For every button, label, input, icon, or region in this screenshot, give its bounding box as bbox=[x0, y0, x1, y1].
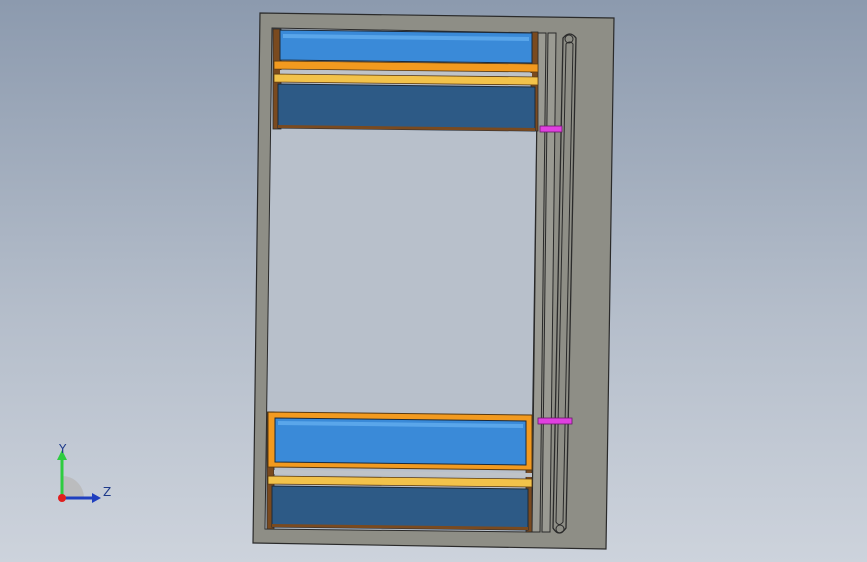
axis-triad: Y Z bbox=[46, 436, 126, 516]
bottom-magenta-clamp[interactable] bbox=[537, 417, 573, 425]
top-magenta-clamp[interactable] bbox=[539, 125, 563, 133]
triad-graphic bbox=[57, 450, 101, 503]
triad-origin bbox=[58, 494, 66, 502]
top-tray-assembly[interactable] bbox=[272, 28, 539, 132]
triad-plane bbox=[62, 476, 84, 498]
top-lower-tray[interactable] bbox=[277, 83, 536, 132]
z-axis-arrow bbox=[92, 493, 101, 503]
cad-model[interactable] bbox=[0, 0, 867, 562]
y-axis-label: Y bbox=[59, 442, 67, 456]
graphics-viewport[interactable]: Y Z bbox=[0, 0, 867, 562]
z-axis-label: Z bbox=[103, 485, 112, 499]
bottom-lower-tray[interactable] bbox=[271, 485, 529, 531]
